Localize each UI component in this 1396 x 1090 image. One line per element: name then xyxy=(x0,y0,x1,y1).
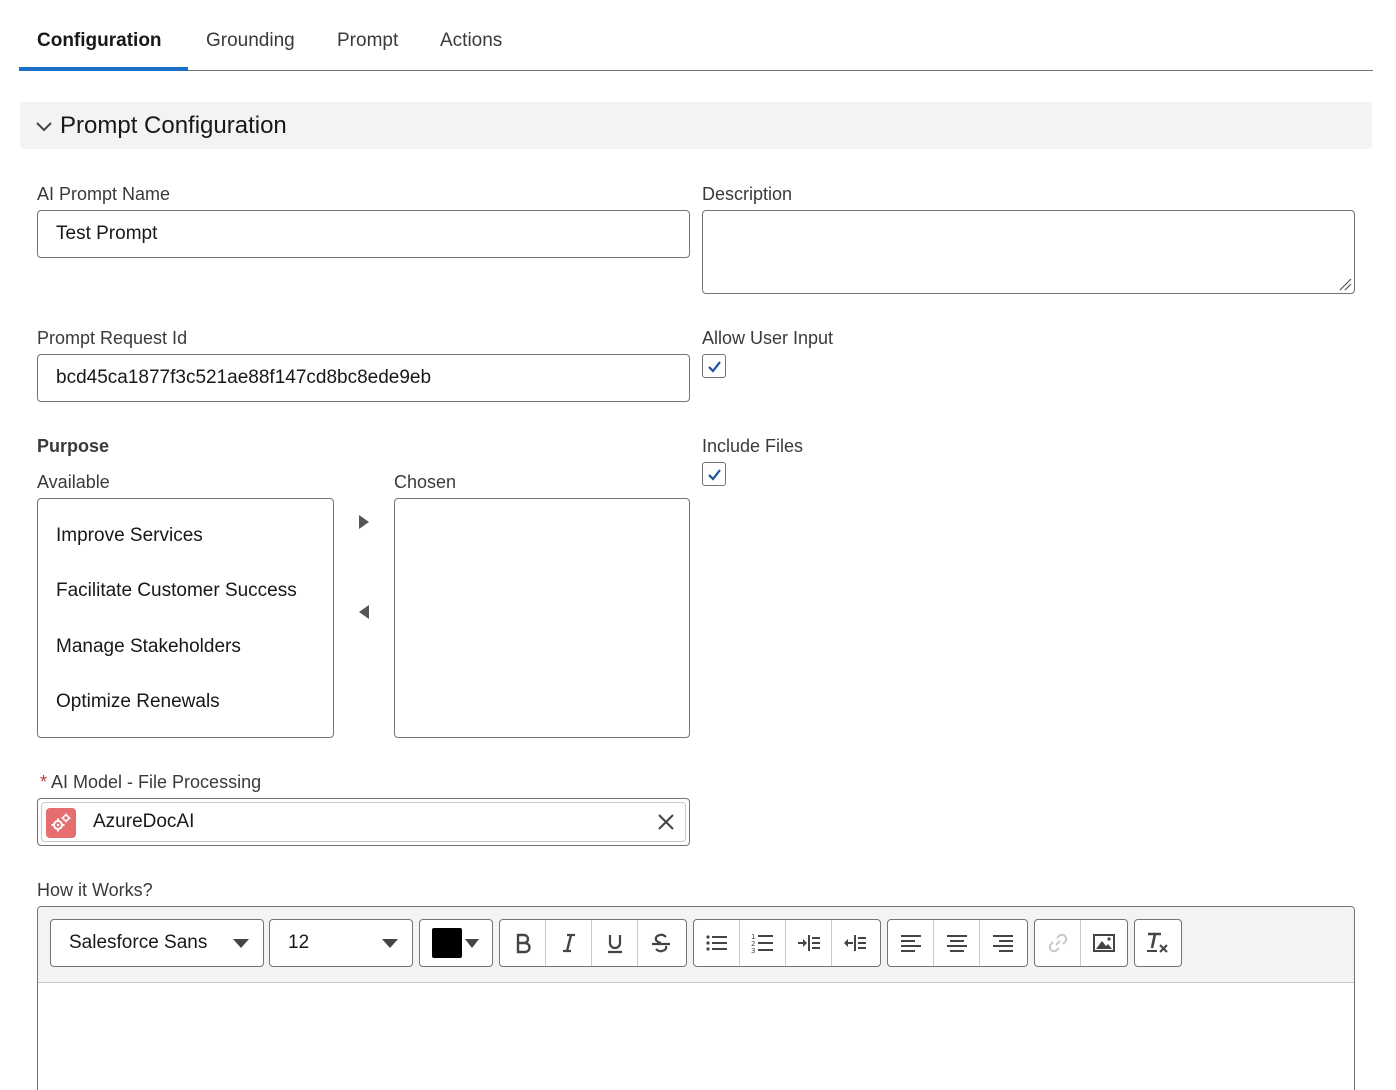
align-group xyxy=(887,919,1028,967)
resize-grip-icon[interactable] xyxy=(1338,277,1352,291)
include-files-checkbox[interactable] xyxy=(702,462,726,486)
clear-formatting-icon xyxy=(1147,932,1168,953)
checkmark-icon xyxy=(708,469,721,481)
insert-group xyxy=(1034,919,1128,967)
color-swatch xyxy=(432,928,462,958)
ai-model-label: * AI Model - File Processing xyxy=(40,772,261,793)
chosen-listbox[interactable] xyxy=(394,498,690,738)
bold-button[interactable] xyxy=(500,920,546,966)
caret-down-icon xyxy=(465,939,479,948)
required-mark: * xyxy=(40,772,48,792)
purpose-label: Purpose xyxy=(37,436,110,456)
outdent-icon xyxy=(844,935,866,951)
close-icon[interactable] xyxy=(657,813,675,831)
prompt-request-id-input[interactable]: bcd45ca1877f3c521ae88f147cd8bc8ede9eb xyxy=(37,354,690,402)
rich-text-editor: Salesforce Sans 12 1 2 3 xyxy=(37,906,1355,1090)
allow-user-input-checkbox[interactable] xyxy=(702,354,726,378)
link-icon xyxy=(1048,933,1067,953)
link-button[interactable] xyxy=(1035,920,1081,966)
indent-icon xyxy=(797,935,820,951)
move-left-icon[interactable] xyxy=(352,600,376,624)
tab-prompt[interactable]: Prompt xyxy=(337,0,398,71)
description-label: Description xyxy=(702,184,793,204)
caret-down-icon xyxy=(233,939,249,948)
align-left-button[interactable] xyxy=(888,920,934,966)
bullet-list-button[interactable] xyxy=(694,920,740,966)
strikethrough-button[interactable] xyxy=(638,920,684,966)
ai-model-label-text: AI Model - File Processing xyxy=(51,772,262,792)
ai-model-selected-pill[interactable]: AzureDocAI xyxy=(41,802,686,842)
caret-down-icon xyxy=(382,939,398,948)
bold-icon xyxy=(516,933,531,954)
clear-format-group xyxy=(1134,919,1182,967)
gears-icon xyxy=(46,808,76,838)
available-listbox[interactable]: Improve Services Facilitate Customer Suc… xyxy=(37,498,334,738)
align-right-button[interactable] xyxy=(980,920,1026,966)
prompt-request-id-label: Prompt Request Id xyxy=(37,328,188,348)
chevron-down-icon xyxy=(36,122,52,132)
tab-actions[interactable]: Actions xyxy=(440,0,502,71)
align-center-icon xyxy=(946,935,967,952)
svg-text:3: 3 xyxy=(751,947,755,954)
include-files-label: Include Files xyxy=(702,436,804,456)
editor-toolbar: Salesforce Sans 12 1 2 3 xyxy=(38,907,1354,983)
move-right-icon[interactable] xyxy=(352,510,376,534)
font-size-value: 12 xyxy=(288,932,310,953)
align-left-icon xyxy=(900,935,921,952)
tab-bar: Configuration Grounding Prompt Actions xyxy=(19,0,1373,71)
format-group xyxy=(499,919,687,967)
align-center-button[interactable] xyxy=(934,920,980,966)
text-color-picker[interactable] xyxy=(419,919,493,967)
image-icon xyxy=(1093,934,1115,952)
list-item[interactable]: Improve Services xyxy=(56,525,203,547)
outdent-button[interactable] xyxy=(832,920,878,966)
allow-user-input-label: Allow User Input xyxy=(702,328,834,348)
description-textarea[interactable] xyxy=(702,210,1355,294)
align-right-icon xyxy=(993,935,1013,952)
strikethrough-icon xyxy=(652,933,670,953)
clear-formatting-button[interactable] xyxy=(1135,920,1181,966)
available-label: Available xyxy=(37,472,110,492)
section-title: Prompt Configuration xyxy=(60,112,287,139)
numbered-list-button[interactable]: 1 2 3 xyxy=(740,920,786,966)
list-group: 1 2 3 xyxy=(693,919,881,967)
ai-model-value: AzureDocAI xyxy=(93,811,195,832)
underline-icon xyxy=(607,935,622,954)
tab-configuration[interactable]: Configuration xyxy=(37,0,162,71)
underline-button[interactable] xyxy=(592,920,638,966)
image-button[interactable] xyxy=(1081,920,1127,966)
ai-prompt-name-input[interactable]: Test Prompt xyxy=(37,210,690,258)
font-family-value: Salesforce Sans xyxy=(69,932,208,953)
list-item[interactable]: Optimize Renewals xyxy=(56,691,220,713)
ai-prompt-name-value: Test Prompt xyxy=(56,223,158,244)
how-it-works-label: How it Works? xyxy=(37,880,153,900)
editor-content-area[interactable] xyxy=(38,984,1354,1090)
list-item[interactable]: Manage Stakeholders xyxy=(56,636,241,658)
list-item[interactable]: Facilitate Customer Success xyxy=(56,580,297,602)
ai-model-lookup[interactable]: AzureDocAI xyxy=(37,798,690,846)
prompt-request-id-value: bcd45ca1877f3c521ae88f147cd8bc8ede9eb xyxy=(56,367,432,388)
font-family-select[interactable]: Salesforce Sans xyxy=(50,919,264,967)
checkmark-icon xyxy=(708,361,721,373)
section-header-prompt-configuration[interactable]: Prompt Configuration xyxy=(20,102,1372,149)
tab-grounding[interactable]: Grounding xyxy=(206,0,295,71)
chosen-label: Chosen xyxy=(394,472,457,492)
italic-button[interactable] xyxy=(546,920,592,966)
active-tab-indicator xyxy=(19,67,188,71)
numbered-list-icon: 1 2 3 xyxy=(751,933,773,954)
indent-button[interactable] xyxy=(786,920,832,966)
font-size-select[interactable]: 12 xyxy=(269,919,413,967)
italic-icon xyxy=(562,933,575,953)
ai-prompt-name-label: AI Prompt Name xyxy=(37,184,171,204)
bullet-list-icon xyxy=(705,935,727,951)
